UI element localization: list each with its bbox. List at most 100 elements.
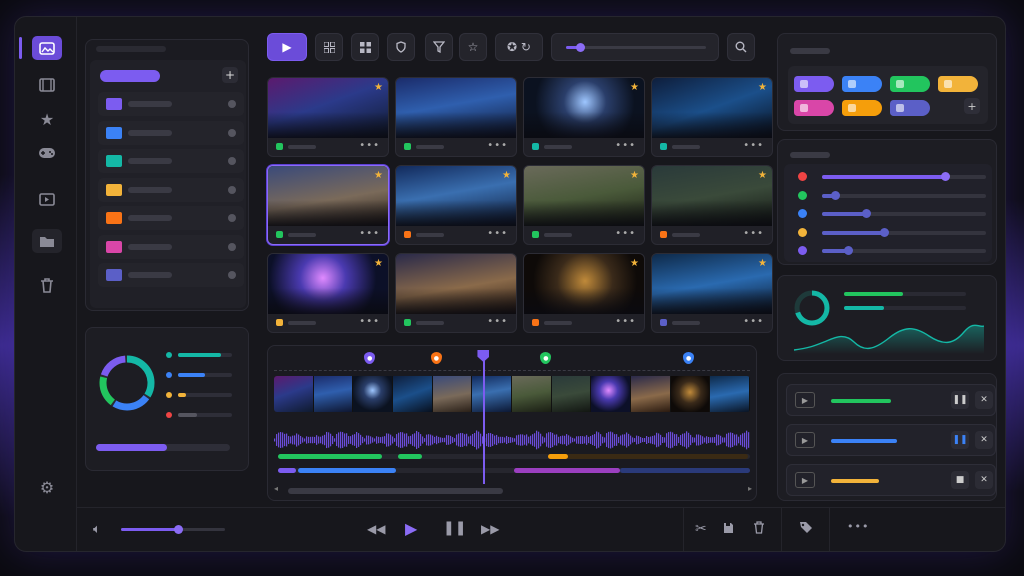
favorite-star-icon[interactable]: ★ [758, 170, 767, 181]
volume-track[interactable] [121, 525, 225, 534]
media-thumbnail[interactable]: ★ ••• [523, 253, 645, 333]
lane-2-clip-d[interactable] [620, 468, 750, 473]
timeline-scrollbar[interactable]: ◂ ▸ [274, 484, 752, 496]
adjustment-handle[interactable] [941, 172, 950, 181]
gamepad-icon[interactable] [32, 141, 62, 165]
favorite-star-icon[interactable]: ★ [374, 258, 383, 269]
tag-chip[interactable] [794, 100, 834, 116]
pause-button[interactable]: ❚❚ [443, 520, 466, 536]
filter-icon[interactable] [425, 33, 453, 61]
adjustment-row[interactable] [798, 227, 988, 238]
thumbnail-image[interactable] [268, 254, 388, 314]
folder-options-icon[interactable] [228, 271, 236, 279]
timeline-marker[interactable]: ● [364, 352, 376, 364]
thumbnail-image[interactable] [268, 78, 388, 138]
folder-item[interactable] [98, 92, 244, 116]
more-options-icon[interactable]: ••• [615, 228, 636, 239]
more-options-icon[interactable]: ••• [615, 140, 636, 151]
volume-icon[interactable]: 🔈︎ [93, 522, 101, 537]
add-folder-button[interactable]: + [222, 67, 238, 83]
star-icon[interactable]: ★ [32, 107, 62, 131]
tag-chip[interactable] [842, 100, 882, 116]
pause-icon[interactable]: ❚❚ [951, 391, 969, 409]
more-options-icon[interactable]: ••• [359, 316, 380, 327]
folder-options-icon[interactable] [228, 214, 236, 222]
more-options-icon[interactable]: ••• [359, 228, 380, 239]
folder-options-icon[interactable] [228, 128, 236, 137]
media-thumbnail[interactable]: ★ ••• [395, 165, 517, 245]
forward-icon[interactable]: ▶▶ [481, 522, 499, 536]
close-icon[interactable]: ✕ [975, 431, 993, 449]
folder-item[interactable] [98, 120, 244, 145]
zoom-slider[interactable] [551, 33, 719, 61]
more-options-icon[interactable]: ••• [359, 140, 380, 151]
adjustment-row[interactable] [798, 172, 988, 182]
export-item[interactable]: ▶ ❚❚ ✕ [786, 424, 996, 456]
folder-options-icon[interactable] [228, 100, 236, 108]
more-options-icon[interactable]: ••• [615, 316, 636, 327]
favorite-star-icon[interactable]: ★ [502, 170, 511, 181]
adjustment-row[interactable] [798, 190, 988, 201]
pause-icon[interactable]: ❚❚ [951, 431, 969, 449]
more-options-icon[interactable]: ••• [743, 316, 764, 327]
folder-item[interactable] [98, 234, 244, 259]
tag-chip[interactable] [794, 76, 834, 92]
folder-item[interactable] [98, 206, 244, 230]
search-icon[interactable] [727, 33, 755, 61]
scroll-right-icon[interactable]: ▸ [748, 484, 752, 493]
favorite-star-icon[interactable]: ★ [630, 82, 639, 93]
more-icon[interactable]: ••• [847, 520, 869, 533]
images-icon[interactable] [32, 36, 62, 60]
playhead[interactable] [483, 352, 486, 484]
media-thumbnail[interactable]: ★ ••• [651, 77, 773, 157]
adjustment-handle[interactable] [831, 190, 841, 200]
favorite-star-icon[interactable]: ★ [374, 170, 383, 181]
favorite-star-icon[interactable]: ★ [758, 258, 767, 269]
lane-2-clip-b[interactable] [298, 468, 396, 473]
favorite-star-icon[interactable]: ★ [630, 258, 639, 269]
scroll-left-icon[interactable]: ◂ [274, 484, 278, 493]
favorite-star-icon[interactable]: ★ [758, 82, 767, 93]
folder-item[interactable] [98, 263, 244, 287]
folder-options-icon[interactable] [228, 242, 236, 251]
media-thumbnail[interactable]: ★ ••• [523, 165, 645, 245]
thumbnail-image[interactable] [396, 254, 516, 314]
play-button[interactable]: ▶ [405, 519, 417, 538]
lane-1-clip-b[interactable] [398, 454, 422, 459]
shield-icon[interactable] [387, 33, 415, 61]
thumbnail-image[interactable] [652, 78, 772, 138]
track-lane-2[interactable] [278, 468, 750, 473]
delete-icon[interactable] [753, 521, 765, 537]
export-item[interactable]: ▶ ❚❚ ✕ [786, 384, 996, 416]
folder-options-icon[interactable] [228, 185, 236, 194]
folder-options-icon[interactable] [228, 157, 236, 165]
film-icon[interactable] [32, 73, 62, 97]
media-thumbnail[interactable]: ••• [395, 253, 517, 333]
more-options-icon[interactable]: ••• [743, 140, 764, 151]
grid-alt-icon[interactable] [351, 33, 379, 61]
close-icon[interactable]: ✕ [975, 391, 993, 409]
track-lane-1[interactable] [278, 454, 750, 459]
trash-icon[interactable] [32, 273, 62, 297]
lane-1-clip-c[interactable] [548, 454, 748, 459]
adjustment-handle[interactable] [862, 209, 872, 218]
play-icon[interactable]: ▶ [267, 33, 307, 61]
grid-icon[interactable] [315, 33, 343, 61]
lane-1-clip-a[interactable] [278, 454, 382, 459]
video-track[interactable] [274, 376, 750, 412]
stop-icon[interactable]: ■ [951, 471, 969, 489]
audio-waveform[interactable] [274, 430, 750, 450]
timeline-marker[interactable]: ● [540, 352, 552, 364]
more-options-icon[interactable]: ••• [487, 140, 508, 151]
thumbnail-image[interactable] [524, 166, 644, 226]
media-thumbnail[interactable]: ★ ••• [523, 77, 645, 157]
play-box-icon[interactable] [32, 187, 62, 211]
favorite-star-icon[interactable]: ★ [374, 82, 383, 93]
adjustment-handle[interactable] [880, 227, 890, 237]
media-thumbnail[interactable]: ★ ••• [267, 253, 389, 333]
thumbnail-image[interactable] [524, 78, 644, 138]
favorite-star-icon[interactable]: ★ [630, 170, 639, 181]
thumbnail-image[interactable] [652, 166, 772, 226]
cut-icon[interactable]: ✂ [695, 521, 707, 537]
more-options-icon[interactable]: ••• [487, 316, 508, 327]
